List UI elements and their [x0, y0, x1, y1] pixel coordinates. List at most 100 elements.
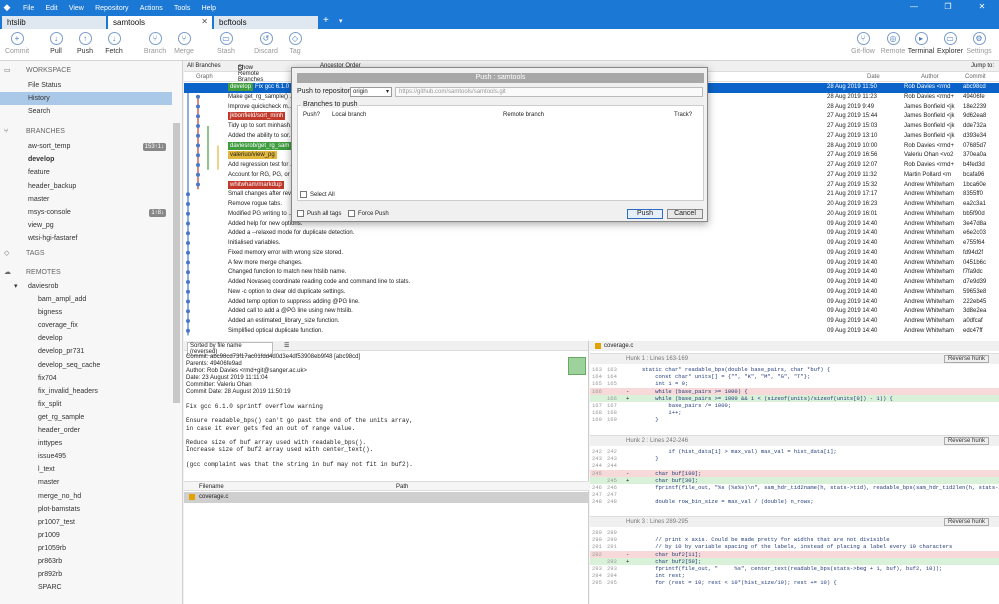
- commit-row[interactable]: Simplified optical duplicate function. 0…: [184, 327, 999, 337]
- col-filename[interactable]: Filename: [199, 484, 224, 490]
- sidebar-item-remote-branch[interactable]: SPARC: [0, 581, 172, 594]
- commit-row[interactable]: Changed function to match new htslib nam…: [184, 268, 999, 278]
- sidebar-item-branch[interactable]: feature: [0, 166, 172, 179]
- commit-row[interactable]: Added an estimated_library_size function…: [184, 317, 999, 327]
- sidebar-item-history[interactable]: History: [0, 92, 172, 105]
- cancel-button[interactable]: Cancel: [667, 209, 703, 219]
- sidebar-item-remote-branch[interactable]: master: [0, 476, 172, 489]
- sidebar-item-remote-branch[interactable]: get_rg_sample: [0, 411, 172, 424]
- sidebar-item-remote-branch[interactable]: l_text: [0, 463, 172, 476]
- stash-button[interactable]: ▭ Stash: [209, 32, 243, 55]
- diff-line: 167 167 base_pairs /= 1000;: [590, 402, 999, 409]
- commit-date: 09 Aug 2019 14:40: [827, 249, 878, 256]
- select-all-checkbox[interactable]: Select All: [300, 191, 335, 198]
- sidebar-item-remote-branch[interactable]: bam_ampl_add: [0, 293, 172, 306]
- new-tab-icon[interactable]: +: [323, 15, 329, 26]
- sidebar-item-remote-branch[interactable]: plot-bamstats: [0, 503, 172, 516]
- col-path[interactable]: Path: [396, 484, 408, 490]
- reverse-hunk-button[interactable]: Reverse hunk: [943, 518, 989, 526]
- menu-view[interactable]: View: [69, 5, 84, 12]
- chevron-down-icon[interactable]: ▾: [339, 17, 343, 25]
- commit-row[interactable]: Added temp option to suppress adding @PG…: [184, 298, 999, 308]
- sidebar-item-remote-branch[interactable]: fix_invalid_headers: [0, 385, 172, 398]
- commit-row[interactable]: Added Novaseq coordinate reading code an…: [184, 278, 999, 288]
- sidebar-item-remote-branch[interactable]: merge_no_hd: [0, 490, 172, 503]
- commit-button[interactable]: + Commit: [0, 32, 34, 55]
- tab-htslib[interactable]: htslib: [2, 16, 106, 29]
- maximize-icon[interactable]: ❐: [931, 0, 965, 14]
- commit-row[interactable]: Added a --relaxed mode for duplicate det…: [184, 229, 999, 239]
- sidebar-item-remote-branch[interactable]: fix704: [0, 372, 172, 385]
- git-flow-button[interactable]: ⑂ Git-flow: [846, 32, 880, 55]
- sidebar-remote-daviesrob[interactable]: ▾ daviesrob: [0, 280, 172, 293]
- sidebar-item-remote-branch[interactable]: inttypes: [0, 437, 172, 450]
- col-graph[interactable]: Graph: [196, 74, 213, 80]
- sidebar-item-branch[interactable]: develop: [0, 153, 172, 166]
- menu-edit[interactable]: Edit: [46, 5, 58, 12]
- sidebar-item-branch[interactable]: wtsi-hgi-fastaref: [0, 232, 172, 245]
- merge-button[interactable]: ⑂ Merge: [167, 32, 201, 55]
- tab-bcftools[interactable]: bcftools: [214, 16, 318, 29]
- menu-tools[interactable]: Tools: [174, 5, 190, 12]
- sidebar-item-remote-branch[interactable]: pr1007_test: [0, 516, 172, 529]
- sidebar-item-remote-branch[interactable]: pr1009: [0, 529, 172, 542]
- close-icon[interactable]: ✕: [965, 0, 999, 14]
- sidebar-item-remote-branch[interactable]: pr1059rb: [0, 542, 172, 555]
- sidebar-remotes-header[interactable]: ☁ REMOTES: [0, 266, 172, 279]
- commit-row[interactable]: Added call to add a @PG line using new h…: [184, 307, 999, 317]
- sidebar-item-remote-branch[interactable]: pr863rb: [0, 555, 172, 568]
- reverse-hunk-button[interactable]: Reverse hunk: [943, 355, 989, 363]
- sidebar-item-remote-branch[interactable]: pr892rb: [0, 568, 172, 581]
- sidebar-item-remote-branch[interactable]: issue495: [0, 450, 172, 463]
- menu-file[interactable]: File: [23, 5, 34, 12]
- minimize-icon[interactable]: —: [897, 0, 931, 14]
- repository-url-field[interactable]: https://github.com/samtools/samtools.git: [395, 87, 703, 97]
- old-line-number: 166: [592, 387, 602, 395]
- menu-actions[interactable]: Actions: [140, 5, 163, 12]
- sidebar-item-remote-branch[interactable]: develop_seq_cache: [0, 359, 172, 372]
- commit-row[interactable]: New -c option to clear old duplicate set…: [184, 288, 999, 298]
- sidebar-item-branch[interactable]: master: [0, 193, 172, 206]
- sidebar-tags-header[interactable]: ◇ TAGS: [0, 247, 172, 260]
- col-date[interactable]: Date: [867, 74, 880, 80]
- file-row[interactable]: coverage.c: [184, 492, 589, 503]
- commit-hash: 222eb45: [963, 298, 987, 305]
- sidebar-item-remote-branch[interactable]: develop_pr731: [0, 345, 172, 358]
- menu-repository[interactable]: Repository: [95, 5, 128, 12]
- tag-button[interactable]: ◇ Tag: [278, 32, 312, 55]
- close-tab-icon[interactable]: ✕: [201, 17, 208, 26]
- col-commit[interactable]: Commit: [965, 74, 986, 80]
- col-author[interactable]: Author: [921, 74, 939, 80]
- sidebar-item-remote-branch[interactable]: fix_split: [0, 398, 172, 411]
- force-push-checkbox[interactable]: Force Push: [348, 210, 389, 217]
- commit-row[interactable]: A few more merge changes. 09 Aug 2019 14…: [184, 259, 999, 269]
- settings-button[interactable]: ⚙ Settings: [962, 32, 996, 55]
- commit-row[interactable]: Fixed memory error with wrong size store…: [184, 249, 999, 259]
- sidebar-branches-header[interactable]: ⑂ BRANCHES: [0, 125, 172, 138]
- sidebar-item-branch[interactable]: view_pg: [0, 219, 172, 232]
- sidebar-item-branch[interactable]: aw-sort_temp 153↑1↓: [0, 140, 172, 153]
- branch-filter-dropdown[interactable]: All Branches: [187, 63, 221, 69]
- commit-row[interactable]: Initialised variables. 09 Aug 2019 14:40…: [184, 239, 999, 249]
- sidebar-item-branch[interactable]: header_backup: [0, 180, 172, 193]
- sidebar-item-remote-branch[interactable]: develop: [0, 332, 172, 345]
- fetch-button[interactable]: ↓ Fetch: [97, 32, 131, 55]
- push-button[interactable]: Push: [627, 209, 663, 219]
- reverse-hunk-button[interactable]: Reverse hunk: [943, 437, 989, 445]
- diff-code: double row_bin_size = max_val / (double)…: [642, 498, 814, 506]
- sidebar-scrollbar[interactable]: [173, 123, 180, 403]
- sidebar-item-branch[interactable]: msys-console 1↑8↓: [0, 206, 172, 219]
- sidebar-item-remote-branch[interactable]: header_order: [0, 424, 172, 437]
- sidebar-item-remote-branch[interactable]: coverage_fix: [0, 319, 172, 332]
- sidebar-item-remote-branch[interactable]: bigness: [0, 306, 172, 319]
- sidebar-workspace-header[interactable]: ▭ WORKSPACE: [0, 64, 172, 77]
- sidebar-item-label: bam_ampl_add: [38, 296, 87, 303]
- tab-samtools[interactable]: samtools ✕: [108, 16, 212, 29]
- sidebar-item-search[interactable]: Search: [0, 105, 172, 118]
- push-all-tags-checkbox[interactable]: Push all tags: [297, 210, 341, 217]
- view-mode-icon[interactable]: ☰: [284, 342, 289, 349]
- commit-author: Andrew Whitwham: [904, 327, 955, 334]
- menu-help[interactable]: Help: [202, 5, 216, 12]
- sidebar-item-file-status[interactable]: File Status: [0, 79, 172, 92]
- repository-select[interactable]: origin ▾: [350, 87, 392, 97]
